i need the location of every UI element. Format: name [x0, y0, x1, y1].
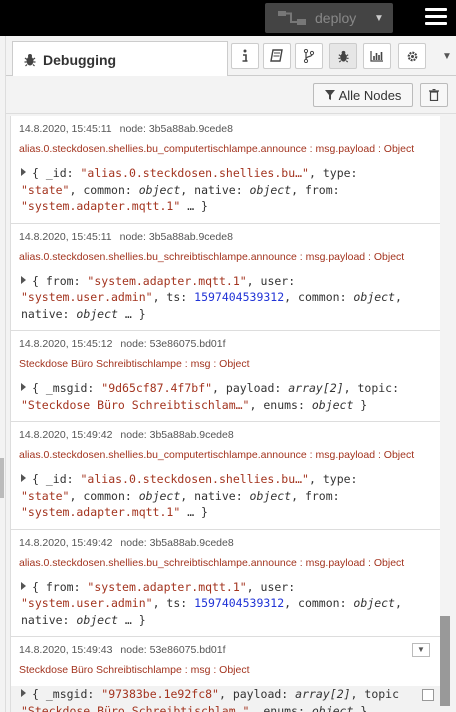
trash-icon: [429, 89, 439, 101]
message-payload[interactable]: { _msgid: "97383be.1e92fc8", payload: ar…: [11, 686, 440, 712]
sidebar-tabbar: Debugging ▼: [6, 36, 456, 77]
message-node-link[interactable]: node: 53e86075.bd01f: [120, 644, 225, 656]
tab-debugging-label: Debugging: [43, 51, 117, 68]
top-header: deploy ▼: [0, 0, 456, 36]
sidebar-resize-handle[interactable]: [0, 458, 4, 498]
message-timestamp: 14.8.2020, 15:45:12: [19, 338, 113, 350]
deploy-button[interactable]: deploy ▼: [265, 3, 393, 33]
deploy-dropdown-caret-icon[interactable]: ▼: [365, 3, 393, 33]
clear-messages-button[interactable]: [420, 83, 448, 107]
message-node-link[interactable]: node: 3b5a88ab.9cede8: [120, 537, 233, 549]
copy-value-icon[interactable]: [422, 689, 434, 701]
filter-icon: [324, 90, 335, 100]
debug-message: 14.8.2020, 15:45:11 node: 3b5a88ab.9cede8…: [11, 223, 440, 331]
bug-icon: [24, 53, 36, 66]
expand-arrow-icon[interactable]: [21, 474, 26, 482]
message-topic: alias.0.steckdosen.shellies.bu_schreibti…: [19, 556, 405, 569]
git-branch-icon[interactable]: [295, 43, 323, 69]
message-topic: alias.0.steckdosen.shellies.bu_computert…: [19, 449, 415, 461]
main-menu-icon[interactable]: [425, 8, 447, 28]
expand-arrow-icon[interactable]: [21, 689, 26, 697]
deploy-label: deploy: [315, 10, 357, 26]
message-timestamp: 14.8.2020, 15:49:42: [19, 429, 113, 441]
message-payload[interactable]: { _id: "alias.0.steckdosen.shellies.bu…"…: [19, 165, 432, 215]
filter-nodes-button[interactable]: Alle Nodes: [313, 83, 413, 107]
tab-debugging[interactable]: Debugging: [12, 41, 228, 77]
workspace-edge: [0, 36, 6, 712]
expand-arrow-icon[interactable]: [21, 581, 26, 590]
help-book-icon[interactable]: [263, 43, 291, 69]
message-timestamp: 14.8.2020, 15:45:11: [19, 123, 112, 135]
message-timestamp: 14.8.2020, 15:49:42: [19, 536, 113, 549]
message-payload[interactable]: { _id: "alias.0.steckdosen.shellies.bu…"…: [19, 471, 432, 521]
message-options-caret-icon[interactable]: ▼: [412, 643, 430, 657]
expand-arrow-icon[interactable]: [21, 168, 26, 176]
debug-message: 14.8.2020, 15:49:42 node: 3b5a88ab.9cede8…: [11, 422, 440, 530]
debug-message: ▼ 14.8.2020, 15:49:43 node: 53e86075.bd01…: [11, 637, 440, 712]
deploy-icon: [278, 11, 306, 25]
filter-nodes-label: Alle Nodes: [338, 87, 402, 103]
expand-arrow-icon[interactable]: [21, 275, 26, 284]
debug-message: 14.8.2020, 15:45:12 node: 53e86075.bd01f …: [11, 331, 440, 422]
message-payload[interactable]: { from: "system.adapter.mqtt.1", user: "…: [19, 273, 432, 323]
settings-gear-icon[interactable]: [398, 43, 426, 69]
debug-message: 14.8.2020, 15:45:11 node: 3b5a88ab.9cede8…: [11, 116, 440, 224]
expand-arrow-icon[interactable]: [21, 383, 26, 391]
message-timestamp: 14.8.2020, 15:49:43: [19, 644, 113, 656]
message-topic: alias.0.steckdosen.shellies.bu_schreibti…: [19, 250, 405, 263]
message-node-link[interactable]: node: 3b5a88ab.9cede8: [120, 123, 233, 135]
dashboard-chart-icon[interactable]: [363, 43, 391, 69]
debug-bug-tab-icon[interactable]: [329, 43, 357, 69]
info-tab-icon[interactable]: [231, 43, 259, 69]
debug-messages-list[interactable]: 14.8.2020, 15:45:11 node: 3b5a88ab.9cede8…: [10, 116, 440, 712]
message-topic: alias.0.steckdosen.shellies.bu_computert…: [19, 143, 415, 155]
message-topic: Steckdose Büro Schreibtischlampe : msg :…: [19, 358, 250, 370]
message-timestamp: 14.8.2020, 15:45:11: [19, 230, 112, 243]
message-payload[interactable]: { from: "system.adapter.mqtt.1", user: "…: [19, 579, 432, 629]
message-payload[interactable]: { _msgid: "9d65cf87.4f7bf", payload: arr…: [19, 380, 432, 413]
message-node-link[interactable]: node: 3b5a88ab.9cede8: [120, 429, 233, 441]
message-node-link[interactable]: node: 3b5a88ab.9cede8: [120, 231, 233, 243]
debug-message: 14.8.2020, 15:49:42 node: 3b5a88ab.9cede8…: [11, 529, 440, 637]
debug-toolbar: Alle Nodes: [6, 76, 456, 114]
messages-scrollbar-thumb[interactable]: [440, 616, 450, 706]
message-topic: Steckdose Büro Schreibtischlampe : msg :…: [19, 664, 250, 676]
message-node-link[interactable]: node: 53e86075.bd01f: [120, 338, 225, 350]
tab-menu-caret-icon[interactable]: ▼: [442, 51, 452, 62]
